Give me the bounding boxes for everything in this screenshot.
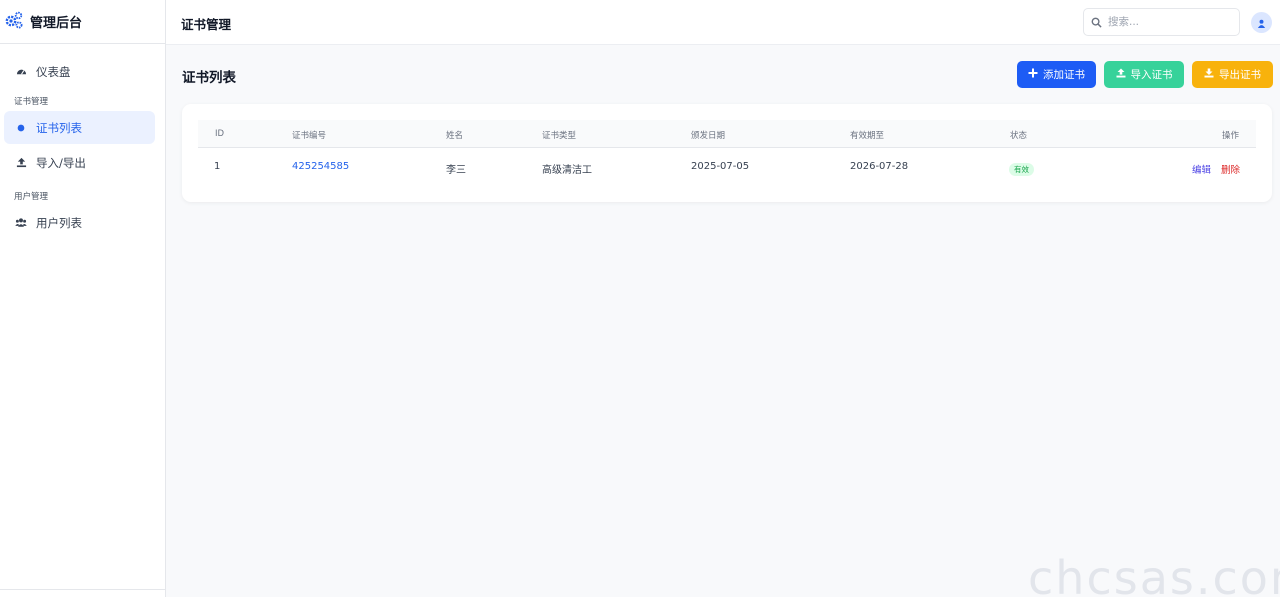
column-header-name: 姓名	[446, 131, 464, 141]
column-header-cert-no: 证书编号	[292, 131, 327, 141]
sidebar-item-import-export[interactable]: 导入/导出	[4, 146, 155, 179]
search-input[interactable]	[1108, 16, 1228, 28]
status-badge: 有效	[1009, 163, 1034, 176]
add-cert-label: 添加证书	[1043, 69, 1085, 81]
topbar: 证书管理	[166, 0, 1280, 45]
cogs-icon	[4, 10, 30, 34]
dashboard-icon	[15, 66, 27, 78]
upload-icon	[1116, 68, 1131, 81]
import-cert-button[interactable]: 导入证书	[1104, 61, 1184, 88]
sidebar-section-user: 用户管理	[14, 192, 49, 202]
cell-expiry: 2026-07-28	[850, 161, 909, 172]
users-icon	[15, 217, 27, 229]
cell-issue-date: 2025-07-05	[691, 161, 750, 172]
page-title: 证书列表	[182, 70, 236, 86]
table-row: 1 425254585 李三 高级清洁工 2025-07-05 2026-07-…	[198, 149, 1256, 187]
column-header-status: 状态	[1010, 131, 1028, 141]
cell-id: 1	[214, 161, 221, 172]
sidebar-section-cert: 证书管理	[14, 97, 49, 107]
sidebar-item-label: 导入/导出	[36, 155, 86, 170]
avatar[interactable]	[1251, 12, 1272, 33]
column-header-issue-date: 颁发日期	[691, 131, 726, 141]
sidebar-item-label: 仪表盘	[36, 64, 71, 79]
sidebar-item-dashboard[interactable]: 仪表盘	[4, 55, 155, 88]
edit-button[interactable]: 编辑	[1192, 162, 1211, 176]
add-cert-button[interactable]: 添加证书	[1017, 61, 1096, 88]
search-icon	[1091, 13, 1108, 32]
column-header-type: 证书类型	[542, 131, 577, 141]
watermark: chcsas.com	[1028, 551, 1280, 597]
import-cert-label: 导入证书	[1130, 69, 1173, 81]
sidebar-item-cert-list[interactable]: 证书列表	[4, 111, 155, 144]
download-icon	[1204, 68, 1219, 81]
column-header-actions: 操作	[1222, 131, 1240, 141]
upload-icon	[15, 157, 27, 169]
cell-name: 李三	[446, 165, 466, 176]
header-title: 证书管理	[181, 17, 232, 32]
plus-icon	[1028, 68, 1043, 81]
table-header: ID 证书编号 姓名 证书类型 颁发日期 有效期至 状态 操作	[198, 120, 1256, 148]
sidebar: 管理后台 仪表盘 证书管理 证书列表 导入/导出 用户管理 用户列表	[0, 0, 166, 597]
brand-title: 管理后台	[30, 16, 83, 31]
brand[interactable]: 管理后台	[0, 0, 165, 44]
search-box[interactable]	[1083, 8, 1240, 36]
sidebar-item-label: 证书列表	[36, 120, 82, 135]
sidebar-item-label: 用户列表	[36, 215, 82, 230]
column-header-expiry: 有效期至	[850, 131, 885, 141]
sidebar-footer-divider	[0, 589, 165, 590]
export-cert-button[interactable]: 导出证书	[1192, 61, 1273, 88]
column-header-id: ID	[215, 129, 225, 139]
export-cert-label: 导出证书	[1219, 69, 1261, 81]
cell-cert-no-link[interactable]: 425254585	[292, 161, 349, 172]
delete-button[interactable]: 删除	[1221, 162, 1240, 176]
cert-table-card: ID 证书编号 姓名 证书类型 颁发日期 有效期至 状态 操作 1 425254…	[182, 104, 1272, 202]
dot-icon	[15, 122, 27, 134]
sidebar-item-user-list[interactable]: 用户列表	[4, 206, 155, 239]
cell-type: 高级清洁工	[542, 165, 592, 176]
user-icon	[1257, 13, 1266, 32]
